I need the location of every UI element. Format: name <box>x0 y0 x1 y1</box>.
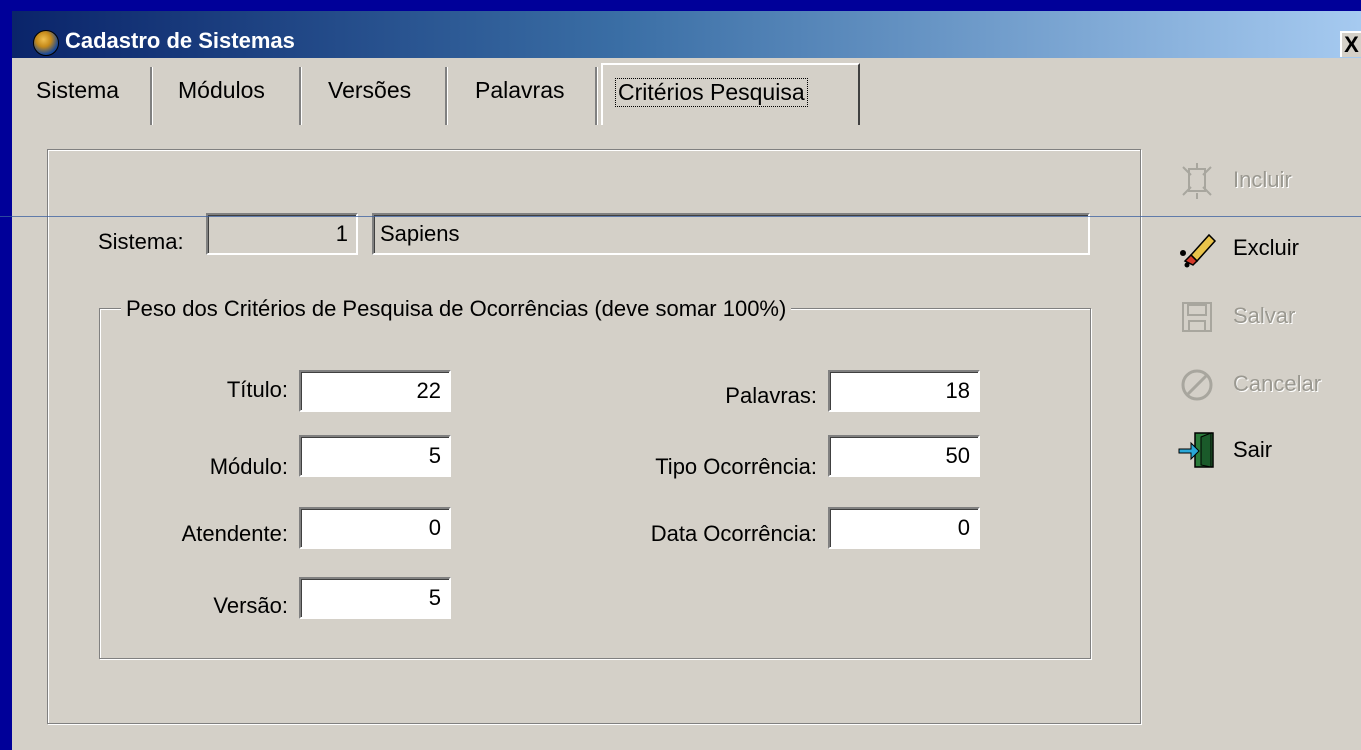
data-ocorrencia-label: Data Ocorrência: <box>650 521 817 546</box>
floppy-disk-icon <box>1182 302 1212 332</box>
versao-label: Versão: <box>213 593 288 618</box>
tipo-ocorrencia-weight-input[interactable]: 50 <box>828 435 980 477</box>
sair-button[interactable]: Sair <box>1177 431 1357 471</box>
tab-strip: Sistema Módulos Versões Palavras Critéri… <box>12 63 892 128</box>
atendente-weight-input[interactable]: 0 <box>299 507 451 549</box>
close-button[interactable]: X <box>1340 31 1361 57</box>
criteria-group-title: Peso dos Critérios de Pesquisa de Ocorrê… <box>121 296 792 322</box>
palavras-weight-input[interactable]: 18 <box>828 370 980 412</box>
tab-divider <box>150 67 153 125</box>
atendente-label: Atendente: <box>181 521 288 546</box>
main-window: Cadastro de Sistemas X Sistema Módulos V… <box>12 11 1361 750</box>
exit-door-icon <box>1178 432 1214 468</box>
palavras-label: Palavras: <box>725 383 817 408</box>
cancel-icon <box>1181 369 1213 401</box>
sistema-code-field[interactable]: 1 <box>206 213 358 255</box>
modulo-weight-input[interactable]: 5 <box>299 435 451 477</box>
incluir-button[interactable]: Incluir <box>1177 161 1357 201</box>
window-title: Cadastro de Sistemas <box>65 28 295 53</box>
new-record-icon <box>1182 163 1212 199</box>
cancelar-button[interactable]: Cancelar <box>1177 365 1357 405</box>
modulo-label: Módulo: <box>209 454 288 479</box>
excluir-button[interactable]: Excluir <box>1177 229 1357 269</box>
tab-divider <box>299 67 302 125</box>
globe-icon <box>33 30 59 56</box>
versao-weight-input[interactable]: 5 <box>299 577 451 619</box>
tipo-ocorrencia-label: Tipo Ocorrência: <box>655 454 817 479</box>
data-ocorrencia-weight-input[interactable]: 0 <box>828 507 980 549</box>
titulo-label: Título: <box>226 377 288 402</box>
title-bar: Cadastro de Sistemas X <box>12 11 1361 58</box>
horizontal-guide-line <box>0 216 1361 217</box>
sistema-name-field[interactable]: Sapiens <box>372 213 1090 255</box>
salvar-button[interactable]: Salvar <box>1177 297 1357 337</box>
tab-divider <box>595 67 598 125</box>
titulo-weight-input[interactable]: 22 <box>299 370 451 412</box>
eraser-icon <box>1180 233 1217 268</box>
tab-divider <box>445 67 448 125</box>
sistema-label: Sistema: <box>98 229 184 254</box>
